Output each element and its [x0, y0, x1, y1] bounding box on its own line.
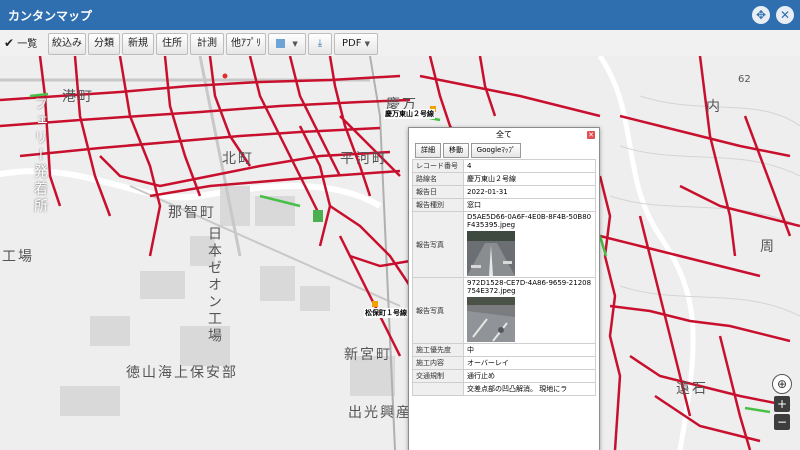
table-row: レコード番号 4 [412, 159, 596, 173]
map-label-toishi: 遠石 [676, 381, 708, 397]
map-layer-icon [276, 38, 286, 48]
map-label-route-matsuho: 松保町１号線 [364, 308, 408, 318]
table-row: 報告写真 D5AE5D66-0A6F-4E0B-8F4B-50B80F43539… [412, 211, 596, 278]
attr-key: 施工優先度 [412, 343, 464, 357]
attr-key: 施工内容 [412, 356, 464, 370]
zoom-out-button[interactable]: − [774, 414, 790, 430]
attr-key: 報告写真 [412, 211, 464, 278]
map-label-elevation: 62 [738, 74, 751, 85]
detail-button[interactable]: 詳細 [415, 143, 441, 158]
title-bar: カンタンマップ ✥ ✕ [0, 0, 800, 30]
toolbar: ✔ 一覧 絞込み 分類 新規 住所 計測 他ｱﾌﾟﾘ ▼ ⤓ PDF ▼ [0, 30, 800, 57]
attr-value: 2022-01-31 [463, 185, 596, 199]
feature-popup: 全て ✕ 詳細 移動 Googleﾏｯﾌﾟ レコード番号 4 路線名 慶万東山２… [408, 127, 600, 450]
pdf-label: PDF [341, 38, 362, 49]
map-layer-dropdown[interactable]: ▼ [268, 33, 306, 55]
map-label-nachi: 那智町 [168, 205, 216, 221]
chevron-down-icon: ▼ [364, 40, 371, 48]
map-label-minato: 港町 [62, 89, 94, 105]
popup-close-icon[interactable]: ✕ [587, 131, 595, 139]
report-photo-thumbnail[interactable] [467, 297, 515, 342]
zoom-in-button[interactable]: + [774, 396, 790, 412]
table-row: 路線名 慶万東山２号線 [412, 172, 596, 186]
table-row: 施工優先度 中 [412, 343, 596, 357]
map-label-idemitsu: 出光興産 [348, 405, 412, 421]
filter-button[interactable]: 絞込み [48, 33, 86, 55]
attribute-table: レコード番号 4 路線名 慶万東山２号線 報告日 2022-01-31 報告種別… [412, 159, 596, 396]
attr-value: 通行止め [463, 369, 596, 383]
attr-key: 報告日 [412, 185, 464, 199]
photo-filename: 972D1528-CE7D-4A86-9659-21208754E372.jpe… [467, 279, 592, 295]
attr-value: 972D1528-CE7D-4A86-9659-21208754E372.jpe… [463, 277, 596, 344]
attr-value: 中 [463, 343, 596, 357]
map-label-uchi: 内 [706, 99, 722, 115]
popup-actions: 詳細 移動 Googleﾏｯﾌﾟ [409, 141, 599, 159]
new-button[interactable]: 新規 [122, 33, 154, 55]
attr-key: レコード番号 [412, 159, 464, 173]
attr-value: 交差点部の凹凸解消。 現地にラ [463, 382, 596, 396]
table-row: 交通規制 通行止め [412, 369, 596, 383]
move-button[interactable]: 移動 [443, 143, 469, 158]
attr-key: 路線名 [412, 172, 464, 186]
window-title: カンタンマップ [8, 9, 93, 23]
download-button[interactable]: ⤓ [308, 33, 332, 55]
move-window-icon[interactable]: ✥ [752, 6, 770, 24]
other-apps-button[interactable]: 他ｱﾌﾟﾘ [226, 33, 266, 55]
map-label-kitamachi: 北町 [222, 151, 254, 167]
locate-me-icon[interactable]: ⊕ [772, 374, 792, 394]
download-icon: ⤓ [317, 38, 323, 49]
photo-filename: D5AE5D66-0A6F-4E0B-8F4B-50B80F435395.jpe… [467, 213, 592, 229]
pdf-dropdown[interactable]: PDF ▼ [334, 33, 378, 55]
map-label-ferry: フェリー発着所 [32, 96, 48, 215]
table-row: 報告日 2022-01-31 [412, 185, 596, 199]
map-label-zeon: 日本ゼオン工場 [206, 226, 222, 345]
chevron-down-icon: ▼ [292, 40, 298, 48]
map-label-route-keiman: 慶万東山２号線 [384, 109, 435, 119]
list-toggle[interactable]: ✔ 一覧 [4, 33, 42, 53]
list-label: 一覧 [17, 39, 38, 50]
google-map-button[interactable]: Googleﾏｯﾌﾟ [471, 143, 521, 158]
attr-value: 4 [463, 159, 596, 173]
attr-key [412, 382, 464, 396]
report-photo-thumbnail[interactable] [467, 231, 515, 276]
map-label-shuunan: 周 [760, 239, 776, 255]
attr-key: 報告写真 [412, 277, 464, 344]
attr-value: D5AE5D66-0A6F-4E0B-8F4B-50B80F435395.jpe… [463, 211, 596, 278]
map-label-kojo: 工場 [2, 249, 34, 265]
check-icon: ✔ [4, 36, 15, 50]
table-row: 交差点部の凹凸解消。 現地にラ [412, 382, 596, 396]
address-button[interactable]: 住所 [156, 33, 188, 55]
attr-value: 慶万東山２号線 [463, 172, 596, 186]
popup-title: 全て [409, 128, 599, 141]
map-label-coast-guard: 徳山海上保安部 [126, 365, 238, 381]
attr-value: 窓口 [463, 198, 596, 212]
close-window-icon[interactable]: ✕ [776, 6, 794, 24]
measure-button[interactable]: 計測 [190, 33, 224, 55]
table-row: 施工内容 オーバーレイ [412, 356, 596, 370]
classify-button[interactable]: 分類 [88, 33, 120, 55]
map-label-shinmiya: 新宮町 [344, 347, 392, 363]
attr-key: 交通規制 [412, 369, 464, 383]
table-row: 報告写真 972D1528-CE7D-4A86-9659-21208754E37… [412, 277, 596, 344]
map-label-hirakawa: 平河町 [340, 151, 388, 167]
table-row: 報告種別 窓口 [412, 198, 596, 212]
map-canvas[interactable]: フェリー発着所 港町 那智町 日本ゼオン工場 工場 新宮町 徳山海上保安部 出光… [0, 56, 800, 450]
attr-value: オーバーレイ [463, 356, 596, 370]
app-window: カンタンマップ ✥ ✕ ✔ 一覧 絞込み 分類 新規 住所 計測 他ｱﾌﾟﾘ ▼… [0, 0, 800, 450]
attr-key: 報告種別 [412, 198, 464, 212]
